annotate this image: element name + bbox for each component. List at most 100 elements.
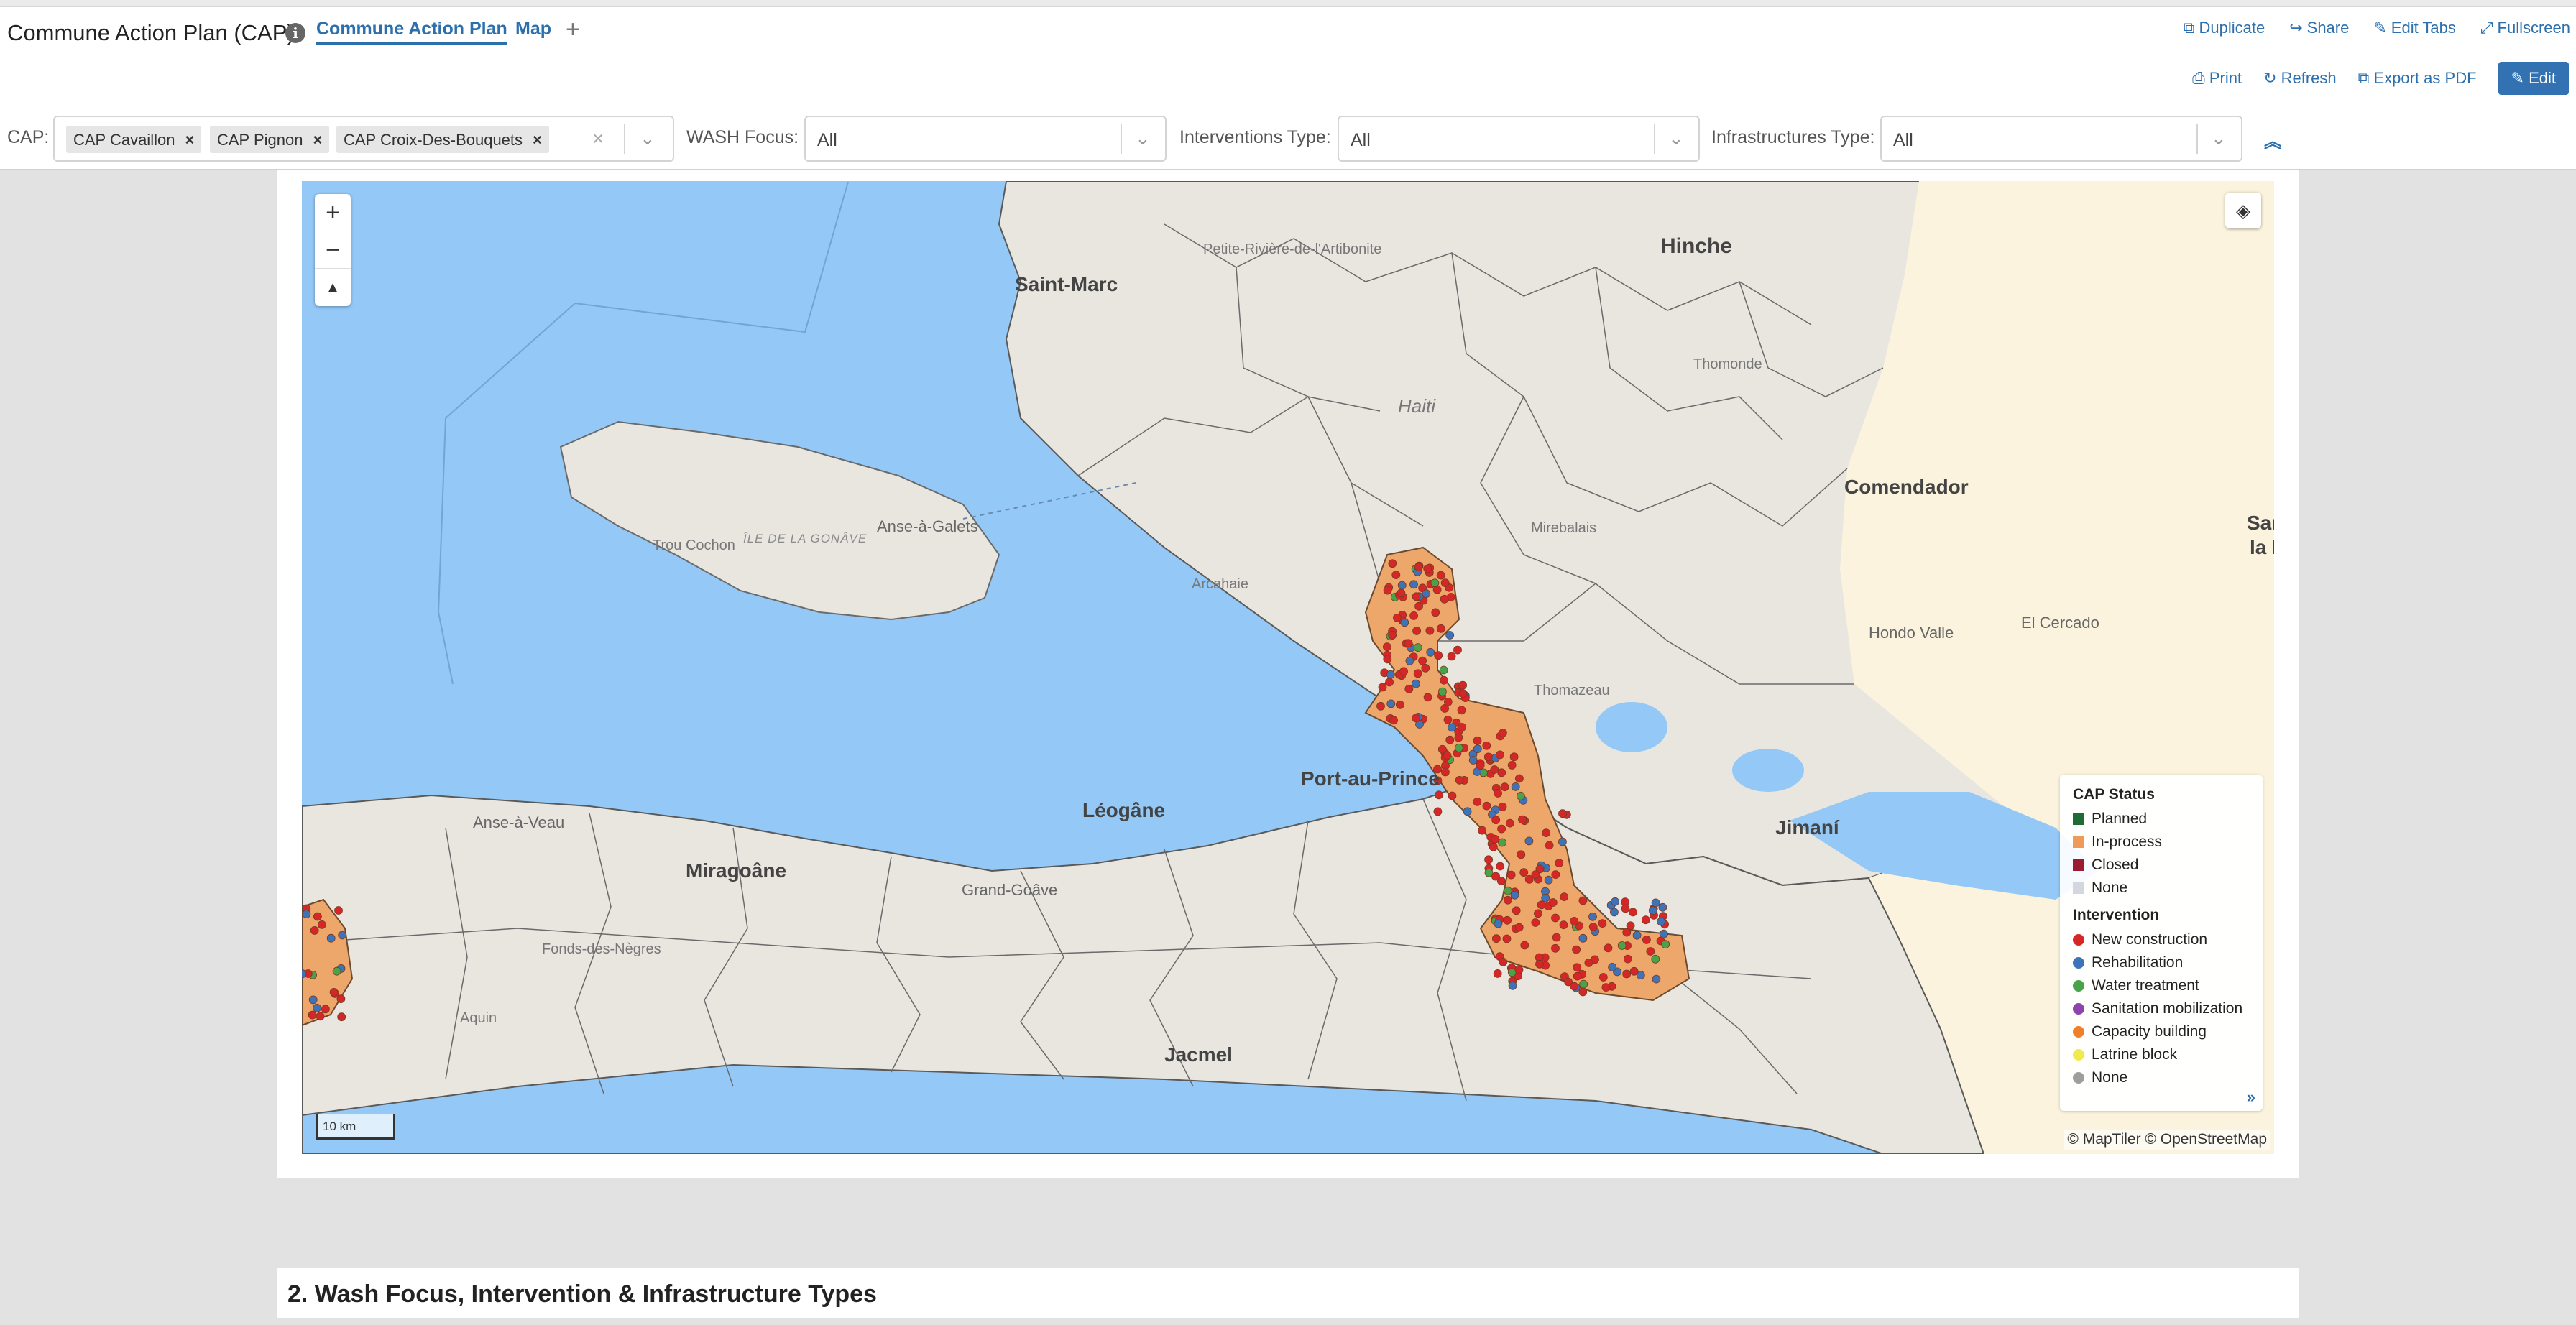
- intervention-point[interactable]: [1579, 979, 1588, 989]
- fullscreen-button[interactable]: ⤢ Fullscreen: [2480, 19, 2570, 37]
- intervention-point[interactable]: [1502, 934, 1512, 943]
- intervention-point[interactable]: [1622, 928, 1632, 937]
- intervention-point[interactable]: [334, 906, 343, 915]
- intervention-point[interactable]: [1489, 842, 1498, 851]
- intervention-point[interactable]: [1621, 904, 1630, 913]
- intervention-point[interactable]: [1386, 670, 1395, 679]
- map-view[interactable]: Saint-Marc Petite-Rivière-de-l'Artibonit…: [302, 181, 2274, 1154]
- intervention-point[interactable]: [1443, 751, 1452, 760]
- intervention-point[interactable]: [1473, 744, 1482, 754]
- intervention-point[interactable]: [1389, 716, 1398, 725]
- intervention-point[interactable]: [1458, 723, 1466, 731]
- intervention-point[interactable]: [321, 1005, 330, 1014]
- intervention-point[interactable]: [1509, 752, 1519, 762]
- intervention-point[interactable]: [1651, 898, 1660, 908]
- intervention-point[interactable]: [1490, 765, 1499, 774]
- intervention-point[interactable]: [1418, 656, 1427, 665]
- intervention-point[interactable]: [1397, 588, 1406, 598]
- intervention-point[interactable]: [1463, 807, 1472, 816]
- intervention-point[interactable]: [1445, 735, 1455, 744]
- intervention-point[interactable]: [1514, 965, 1524, 974]
- intervention-point[interactable]: [1499, 957, 1508, 966]
- intervention-point[interactable]: [1423, 693, 1432, 702]
- intervention-point[interactable]: [308, 995, 318, 1005]
- intervention-point[interactable]: [1412, 592, 1421, 601]
- map-attribution[interactable]: © MapTiler © OpenStreetMap: [2064, 1130, 2270, 1150]
- chevron-down-icon[interactable]: ⌄: [640, 127, 656, 149]
- intervention-point[interactable]: [1629, 908, 1637, 917]
- intervention-point[interactable]: [1578, 933, 1588, 943]
- intervention-point[interactable]: [1496, 862, 1505, 871]
- intervention-point[interactable]: [1443, 698, 1453, 706]
- intervention-point[interactable]: [1506, 870, 1516, 880]
- intervention-point[interactable]: [332, 966, 341, 976]
- share-button[interactable]: ↪ Share: [2289, 19, 2349, 37]
- intervention-point[interactable]: [1404, 639, 1413, 648]
- intervention-point[interactable]: [1405, 656, 1414, 665]
- intervention-point[interactable]: [1632, 931, 1642, 940]
- intervention-point[interactable]: [1515, 774, 1524, 783]
- chevron-down-icon[interactable]: ⌄: [1668, 127, 1684, 149]
- intervention-point[interactable]: [1558, 837, 1567, 846]
- intervention-point[interactable]: [1560, 892, 1569, 901]
- intervention-point[interactable]: [1397, 581, 1407, 590]
- intervention-point[interactable]: [1604, 943, 1613, 953]
- intervention-point[interactable]: [1646, 947, 1655, 956]
- wash-focus-select[interactable]: All ⌄: [804, 116, 1167, 162]
- intervention-point[interactable]: [1651, 954, 1660, 964]
- intervention-point[interactable]: [1500, 782, 1509, 792]
- intervention-point[interactable]: [1611, 897, 1619, 906]
- intervention-point[interactable]: [1441, 767, 1450, 777]
- intervention-point[interactable]: [1386, 699, 1396, 708]
- intervention-point[interactable]: [1473, 798, 1482, 806]
- intervention-point[interactable]: [1448, 723, 1456, 732]
- intervention-point[interactable]: [1425, 626, 1435, 635]
- intervention-point[interactable]: [1413, 669, 1422, 678]
- intervention-point[interactable]: [1433, 807, 1443, 816]
- compass-button[interactable]: ▲: [315, 269, 351, 306]
- intervention-point[interactable]: [1404, 684, 1414, 693]
- intervention-point[interactable]: [1570, 982, 1579, 991]
- intervention-point[interactable]: [1491, 834, 1499, 844]
- intervention-point[interactable]: [1436, 571, 1445, 580]
- intervention-point[interactable]: [1454, 744, 1463, 752]
- remove-chip-icon[interactable]: ×: [313, 131, 322, 149]
- intervention-point[interactable]: [1430, 578, 1440, 588]
- intervention-point[interactable]: [1537, 900, 1546, 910]
- intervention-point[interactable]: [1578, 896, 1588, 905]
- collapse-filters-icon[interactable]: ︽: [2264, 127, 2281, 152]
- intervention-point[interactable]: [1412, 679, 1420, 688]
- intervention-point[interactable]: [326, 933, 336, 943]
- intervention-point[interactable]: [1458, 680, 1467, 690]
- intervention-point[interactable]: [1551, 913, 1560, 923]
- export-pdf-button[interactable]: ⧉ Export as PDF: [2358, 69, 2477, 88]
- intervention-point[interactable]: [1431, 608, 1440, 617]
- intervention-point[interactable]: [1505, 818, 1514, 828]
- intervention-point[interactable]: [1492, 934, 1501, 943]
- intervention-point[interactable]: [1439, 665, 1448, 675]
- intervention-point[interactable]: [1508, 981, 1517, 990]
- intervention-point[interactable]: [317, 920, 326, 929]
- intervention-point[interactable]: [1473, 736, 1482, 745]
- intervention-point[interactable]: [1551, 943, 1560, 953]
- intervention-point[interactable]: [313, 912, 322, 921]
- intervention-point[interactable]: [1468, 756, 1478, 765]
- intervention-point[interactable]: [1400, 618, 1409, 627]
- intervention-point[interactable]: [1648, 906, 1657, 915]
- intervention-point[interactable]: [1544, 875, 1553, 885]
- intervention-point[interactable]: [1608, 963, 1616, 971]
- intervention-point[interactable]: [1388, 631, 1397, 640]
- intervention-point[interactable]: [1598, 973, 1608, 982]
- intervention-point[interactable]: [337, 1012, 346, 1022]
- remove-chip-icon[interactable]: ×: [185, 131, 194, 149]
- intervention-point[interactable]: [1440, 578, 1450, 587]
- cap-multiselect[interactable]: CAP Cavaillon × CAP Pignon × CAP Croix-Des…: [53, 116, 674, 162]
- intervention-point[interactable]: [1457, 706, 1466, 715]
- intervention-point[interactable]: [1617, 941, 1627, 950]
- intervention-point[interactable]: [1573, 963, 1582, 972]
- intervention-point[interactable]: [1503, 886, 1512, 895]
- intervention-point[interactable]: [329, 988, 339, 997]
- intervention-point[interactable]: [1491, 816, 1501, 825]
- intervention-point[interactable]: [1482, 741, 1491, 750]
- intervention-point[interactable]: [1454, 733, 1463, 742]
